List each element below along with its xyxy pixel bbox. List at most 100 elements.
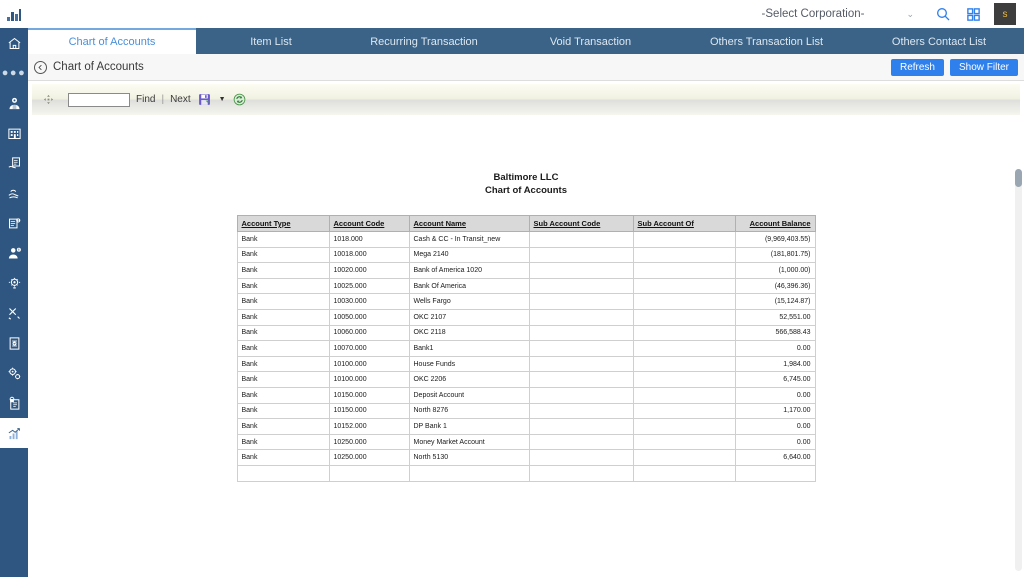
cell-account-name: Bank Of America bbox=[409, 278, 529, 294]
pan-move-icon[interactable] bbox=[40, 92, 56, 108]
cell-account-type: Bank bbox=[237, 387, 329, 403]
cell-account-type: Bank bbox=[237, 341, 329, 357]
table-row[interactable]: Bank10150.000North 8276 1,170.00 bbox=[237, 403, 815, 419]
vertical-scrollbar[interactable] bbox=[1015, 169, 1022, 571]
avatar[interactable]: s bbox=[994, 3, 1016, 25]
sidebar-item-contacts[interactable] bbox=[0, 238, 28, 268]
refresh-button[interactable]: Refresh bbox=[891, 59, 944, 76]
cell-account-type: Bank bbox=[237, 450, 329, 466]
cell-account-type: Bank bbox=[237, 247, 329, 263]
cell-account-code: 1018.000 bbox=[329, 232, 409, 248]
refresh-circle-icon[interactable] bbox=[232, 92, 248, 108]
cell-sub-account-code bbox=[529, 232, 633, 248]
tab-recurring-transaction[interactable]: Recurring Transaction bbox=[346, 28, 502, 54]
column-header-sub-account-of[interactable]: Sub Account Of bbox=[633, 216, 735, 232]
find-input[interactable] bbox=[68, 93, 130, 107]
cell-account-code: 10250.000 bbox=[329, 434, 409, 450]
cell-sub-account-of bbox=[633, 247, 735, 263]
sidebar-item-more[interactable]: ●●● bbox=[0, 58, 28, 88]
sidebar-item-payroll[interactable] bbox=[0, 148, 28, 178]
cell-sub-account-code bbox=[529, 434, 633, 450]
sidebar-item-company[interactable] bbox=[0, 118, 28, 148]
column-header-account-code[interactable]: Account Code bbox=[329, 216, 409, 232]
tab-chart-of-accounts[interactable]: Chart of Accounts bbox=[28, 28, 196, 54]
table-row[interactable]: Bank10060.000OKC 2118 566,588.43 bbox=[237, 325, 815, 341]
table-row[interactable]: Bank10100.000OKC 2206 6,745.00 bbox=[237, 372, 815, 388]
sidebar-item-home[interactable] bbox=[0, 28, 28, 58]
cell-account-code: 10150.000 bbox=[329, 403, 409, 419]
sidebar: ●●● bbox=[0, 0, 28, 577]
bar-chart-logo-icon bbox=[7, 8, 22, 21]
cell-sub-account-of bbox=[633, 263, 735, 279]
sidebar-item-analytics[interactable] bbox=[0, 418, 28, 448]
column-header-account-balance[interactable]: Account Balance bbox=[735, 216, 815, 232]
table-row[interactable]: Bank10030.000Wells Fargo (15,124.87) bbox=[237, 294, 815, 310]
cell-account-name: North 5130 bbox=[409, 450, 529, 466]
table-head: Account Type Account Code Account Name S… bbox=[237, 216, 815, 232]
sidebar-item-settings[interactable] bbox=[0, 268, 28, 298]
sidebar-item-benefits[interactable] bbox=[0, 178, 28, 208]
cell-sub-account-of bbox=[633, 278, 735, 294]
cell-account-code: 10250.000 bbox=[329, 450, 409, 466]
table-row[interactable] bbox=[237, 465, 815, 481]
cell-account-name: House Funds bbox=[409, 356, 529, 372]
cell-sub-account-code bbox=[529, 403, 633, 419]
cell-account-code: 10100.000 bbox=[329, 356, 409, 372]
table-row[interactable]: Bank10100.000House Funds 1,984.00 bbox=[237, 356, 815, 372]
save-export-icon[interactable] bbox=[197, 92, 213, 108]
table-row[interactable]: Bank10018.000Mega 2140 (181,801.75) bbox=[237, 247, 815, 263]
tab-others-contact-list[interactable]: Others Contact List bbox=[854, 28, 1024, 54]
table-row[interactable]: Bank10050.000OKC 2107 52,551.00 bbox=[237, 309, 815, 325]
show-filter-button[interactable]: Show Filter bbox=[950, 59, 1018, 76]
next-link[interactable]: Next bbox=[170, 94, 191, 105]
table-row[interactable]: Bank10250.000Money Market Account 0.00 bbox=[237, 434, 815, 450]
table-row[interactable]: Bank1018.000Cash & CC - In Transit_new (… bbox=[237, 232, 815, 248]
table-row[interactable]: Bank10150.000Deposit Account 0.00 bbox=[237, 387, 815, 403]
sidebar-item-tasks[interactable] bbox=[0, 328, 28, 358]
pan-move-glyph bbox=[43, 94, 54, 105]
tab-others-transaction-list[interactable]: Others Transaction List bbox=[679, 28, 854, 54]
app-logo[interactable] bbox=[0, 0, 28, 28]
hand-document-icon bbox=[7, 156, 22, 171]
avatar-initial: s bbox=[1003, 9, 1008, 20]
cell-account-name: DP Bank 1 bbox=[409, 419, 529, 435]
cell-account-type: Bank bbox=[237, 403, 329, 419]
chevron-left-circle-icon[interactable] bbox=[34, 61, 47, 74]
main-tabs: Chart of Accounts Item List Recurring Tr… bbox=[28, 28, 1024, 54]
sidebar-item-reports-alert[interactable] bbox=[0, 208, 28, 238]
scrollbar-thumb[interactable] bbox=[1015, 169, 1022, 187]
cell-account-name: OKC 2206 bbox=[409, 372, 529, 388]
table-row[interactable]: Bank10152.000DP Bank 1 0.00 bbox=[237, 419, 815, 435]
report-toolbar: Find | Next ▼ bbox=[32, 84, 1020, 115]
search-button[interactable] bbox=[930, 1, 956, 27]
cell-sub-account-of bbox=[633, 294, 735, 310]
app-root: ●●● bbox=[0, 0, 1024, 577]
cell-sub-account-of bbox=[633, 309, 735, 325]
cell-sub-account-code bbox=[529, 450, 633, 466]
corporation-select[interactable]: -Select Corporation- ⌄ bbox=[762, 8, 914, 20]
tab-item-list[interactable]: Item List bbox=[196, 28, 346, 54]
cell-account-balance: 1,984.00 bbox=[735, 356, 815, 372]
table-row[interactable]: Bank10070.000Bank1 0.00 bbox=[237, 341, 815, 357]
sidebar-item-configuration[interactable] bbox=[0, 358, 28, 388]
table-row[interactable]: Bank10250.000North 5130 6,640.00 bbox=[237, 450, 815, 466]
cell-account-balance: (46,396.36) bbox=[735, 278, 815, 294]
search-icon bbox=[935, 6, 951, 22]
apps-grid-button[interactable] bbox=[960, 1, 986, 27]
column-header-account-type[interactable]: Account Type bbox=[237, 216, 329, 232]
column-header-sub-account-code[interactable]: Sub Account Code bbox=[529, 216, 633, 232]
building-icon bbox=[7, 126, 22, 141]
table-row[interactable]: Bank10020.000Bank of America 1020 (1,000… bbox=[237, 263, 815, 279]
sidebar-item-security[interactable] bbox=[0, 388, 28, 418]
export-dropdown-caret[interactable]: ▼ bbox=[219, 96, 226, 103]
cell-account-balance: 566,588.43 bbox=[735, 325, 815, 341]
find-link[interactable]: Find bbox=[136, 94, 155, 105]
sidebar-item-tools[interactable] bbox=[0, 298, 28, 328]
tab-void-transaction[interactable]: Void Transaction bbox=[502, 28, 679, 54]
sidebar-item-employee[interactable] bbox=[0, 88, 28, 118]
cell-account-code: 10150.000 bbox=[329, 387, 409, 403]
tab-label: Void Transaction bbox=[550, 36, 631, 48]
cell-account-code: 10050.000 bbox=[329, 309, 409, 325]
table-row[interactable]: Bank10025.000Bank Of America (46,396.36) bbox=[237, 278, 815, 294]
column-header-account-name[interactable]: Account Name bbox=[409, 216, 529, 232]
